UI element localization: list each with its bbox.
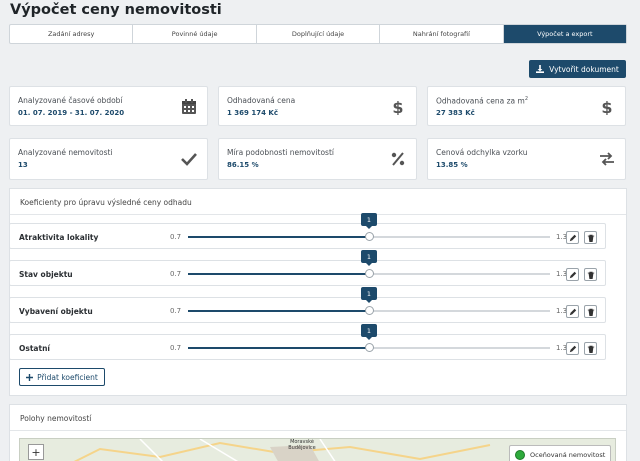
coefficient-name: Stav objektu: [19, 270, 73, 279]
coefficient-name: Atraktivita lokality: [19, 233, 99, 242]
coefficient-name: Ostatní: [19, 344, 50, 353]
card-price: Odhadovaná cena 1 369 174 Kč $: [218, 86, 417, 126]
slider-thumb[interactable]: [364, 232, 374, 241]
card-period-label: Analyzované časové období: [18, 96, 123, 105]
calendar-icon: [182, 99, 196, 114]
legend-marker-icon: [515, 450, 525, 460]
card-price-m2-label-sup: 2: [524, 96, 529, 102]
slider-value-bubble: 1: [361, 213, 377, 229]
add-coefficient-button[interactable]: Přidat koeficient: [19, 368, 105, 386]
page-title: Výpočet ceny nemovitosti: [10, 2, 222, 18]
card-period-value: 01. 07. 2019 - 31. 07. 2020: [18, 109, 125, 117]
coefficient-min: 0.7: [170, 270, 182, 278]
trash-icon: [587, 271, 594, 279]
map-legend: Oceňovaná nemovitost: [509, 445, 611, 461]
coefficients-panel: Koeficienty pro úpravu výsledné ceny odh…: [9, 188, 627, 396]
dollar-icon: $: [601, 99, 612, 115]
edit-button[interactable]: [566, 231, 579, 244]
card-deviation-value: 13.85 %: [436, 161, 468, 169]
slider-fill: [188, 310, 369, 312]
coefficient-row: Stav objektu 0.7 1 1.3: [9, 250, 606, 286]
card-count-value: 13: [18, 161, 28, 169]
coefficient-name: Vybavení objektu: [19, 307, 93, 316]
create-document-label: Vytvořit dokument: [549, 64, 619, 74]
pencil-icon: [569, 234, 576, 241]
coefficient-slider[interactable]: 1: [188, 250, 550, 278]
step-additional[interactable]: Doplňující údaje: [257, 25, 381, 43]
delete-button[interactable]: [584, 231, 597, 244]
delete-button[interactable]: [584, 305, 597, 318]
slider-thumb[interactable]: [364, 343, 374, 352]
slider-thumb[interactable]: [364, 269, 374, 278]
edit-button[interactable]: [566, 342, 579, 355]
zoom-in-button[interactable]: +: [28, 444, 44, 460]
slider-value-bubble: 1: [361, 324, 377, 340]
card-similarity-label: Míra podobnosti nemovitostí: [227, 148, 334, 157]
coefficient-slider[interactable]: 1: [188, 287, 550, 315]
card-deviation-label: Cenová odchylka vzorku: [436, 148, 528, 157]
coefficients-title: Koeficienty pro úpravu výsledné ceny odh…: [10, 189, 626, 215]
trash-icon: [587, 234, 594, 242]
slider-value-bubble: 1: [361, 250, 377, 266]
step-required[interactable]: Povinné údaje: [133, 25, 257, 43]
edit-button[interactable]: [566, 268, 579, 281]
pencil-icon: [569, 345, 576, 352]
card-price-m2: Odhadovaná cena za m2 27 383 Kč $: [427, 86, 626, 126]
svg-text:$: $: [392, 99, 403, 115]
coefficient-min: 0.7: [170, 307, 182, 315]
slider-fill: [188, 347, 369, 349]
pencil-icon: [569, 271, 576, 278]
wizard-steps: Zadání adresy Povinné údaje Doplňující ú…: [9, 24, 627, 44]
coefficient-slider[interactable]: 1: [188, 213, 550, 241]
plus-icon: [26, 373, 34, 381]
card-similarity: Míra podobnosti nemovitostí 86.15 %: [218, 138, 417, 180]
coefficient-row: Ostatní 0.7 1 1.3: [9, 324, 606, 360]
coefficient-row: Atraktivita lokality 0.7 1 1.3: [9, 213, 606, 249]
delete-button[interactable]: [584, 268, 597, 281]
card-count-label: Analyzované nemovitosti: [18, 148, 113, 157]
property-map[interactable]: + Moravské Budějovice Oceňovaná nemovito…: [19, 438, 616, 461]
edit-button[interactable]: [566, 305, 579, 318]
card-deviation: Cenová odchylka vzorku 13.85 %: [427, 138, 626, 180]
map-place-label: Moravské Budějovice: [288, 439, 316, 451]
svg-text:$: $: [601, 99, 612, 115]
slider-fill: [188, 273, 369, 275]
card-price-label: Odhadovaná cena: [227, 96, 296, 105]
step-address[interactable]: Zadání adresy: [10, 25, 134, 43]
create-document-button[interactable]: Vytvořit dokument: [529, 60, 626, 78]
add-coefficient-label: Přidat koeficient: [37, 372, 98, 382]
card-similarity-value: 86.15 %: [227, 161, 259, 169]
slider-fill: [188, 236, 369, 238]
percent-icon: [391, 152, 405, 166]
step-calculation[interactable]: Výpočet a export: [503, 25, 627, 43]
card-price-m2-value: 27 383 Kč: [436, 109, 475, 117]
map-title: Polohy nemovitostí: [10, 405, 626, 431]
card-price-value: 1 369 174 Kč: [227, 109, 278, 117]
check-icon: [181, 153, 197, 166]
coefficient-row: Vybavení objektu 0.7 1 1.3: [9, 287, 606, 323]
card-period: Analyzované časové období 01. 07. 2019 -…: [9, 86, 208, 126]
legend-label: Oceňovaná nemovitost: [530, 451, 606, 459]
slider-thumb[interactable]: [364, 306, 374, 315]
delete-button[interactable]: [584, 342, 597, 355]
step-photos[interactable]: Nahrání fotografií: [380, 25, 504, 43]
coefficient-min: 0.7: [170, 233, 182, 241]
card-count: Analyzované nemovitosti 13: [9, 138, 208, 180]
trash-icon: [587, 308, 594, 316]
card-price-m2-label: Odhadovaná cena za m2: [436, 96, 528, 106]
dollar-icon: $: [392, 99, 403, 115]
download-icon: [536, 65, 545, 73]
coefficient-slider[interactable]: 1: [188, 324, 550, 352]
pencil-icon: [569, 308, 576, 315]
card-price-m2-label-main: Odhadovaná cena za m: [436, 96, 525, 106]
slider-value-bubble: 1: [361, 287, 377, 303]
trash-icon: [587, 345, 594, 353]
coefficient-min: 0.7: [170, 344, 182, 352]
exchange-icon: [600, 152, 614, 166]
